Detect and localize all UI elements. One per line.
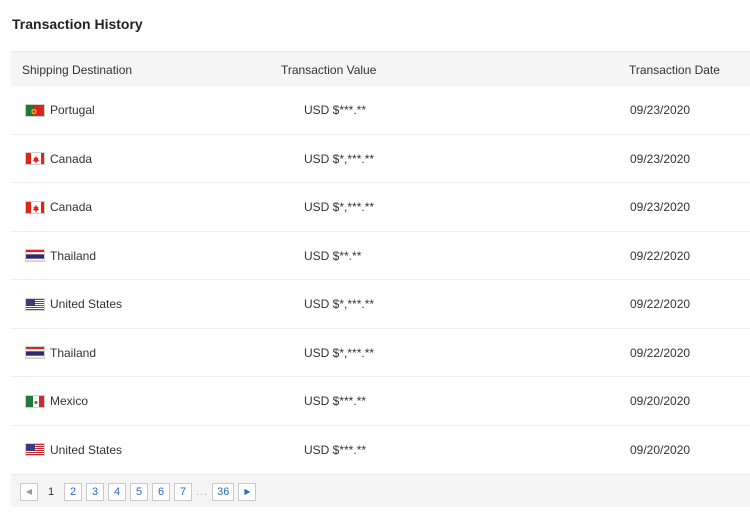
country-name: Thailand (50, 248, 97, 263)
transaction-date: 09/22/2020 (630, 345, 691, 360)
header-transaction-value: Transaction Value (281, 63, 377, 77)
country-name: Canada (50, 200, 93, 214)
transaction-date: 09/20/2020 (630, 442, 691, 457)
transaction-date: 09/20/2020 (630, 394, 691, 408)
page-button-6[interactable]: 6 (152, 483, 170, 501)
table-row: Canada USD $*,***.** 09/23/2020 (11, 135, 750, 183)
pagination-controls: ◀ 1 2 3 4 5 6 7... 36 ▶ (20, 483, 260, 501)
country-name: Mexico (50, 394, 89, 408)
country-name: United States (50, 297, 123, 311)
transaction-table: Shipping Destination Transaction Value T… (11, 51, 750, 474)
canada-flag-icon (25, 152, 45, 165)
table-row: United States USD $***.** 09/20/2020 (11, 426, 750, 475)
table-header: Shipping Destination Transaction Value T… (11, 51, 750, 86)
pagination: ◀ 1 2 3 4 5 6 7... 36 ▶ (11, 474, 750, 507)
thailand-flag-icon (25, 249, 45, 262)
table-body: Portugal USD $***.** 09/23/2020 Canada USD $… (11, 86, 750, 474)
shipping-destination-cell: United States (25, 297, 122, 311)
shipping-destination-cell: Mexico (25, 394, 88, 408)
shipping-destination-cell: Thailand (25, 346, 96, 360)
page-current: 1 (47, 486, 55, 498)
next-page-button[interactable]: ▶ (238, 483, 257, 501)
chevron-left-icon: ◀ (25, 487, 33, 496)
transaction-value: USD $***.** (304, 394, 367, 408)
pagination-ellipsis: ... (196, 486, 209, 498)
transaction-value: USD $***.** (304, 103, 367, 117)
shipping-destination-cell: Portugal (25, 103, 95, 117)
page-button-3[interactable]: 3 (86, 483, 104, 501)
transaction-value: USD $***.** (304, 442, 367, 457)
thailand-flag-icon (25, 346, 45, 359)
shipping-destination-cell: Canada (25, 152, 92, 166)
shipping-destination-cell: Thailand (25, 249, 96, 263)
transaction-value: USD $*,***.** (304, 345, 375, 360)
transaction-date: 09/23/2020 (630, 151, 691, 166)
page-title: Transaction History (12, 16, 143, 32)
usa-flag-icon (25, 297, 45, 311)
shipping-destination-cell: United States (25, 443, 122, 457)
transaction-date: 09/23/2020 (630, 103, 691, 117)
header-shipping-destination: Shipping Destination (22, 63, 133, 77)
page-button-last[interactable]: 36 (212, 483, 235, 501)
usa-flag-icon (25, 443, 45, 456)
table-row: Mexico USD $***.** 09/20/2020 (11, 377, 750, 426)
page-button-4[interactable]: 4 (108, 483, 126, 501)
canada-flag-icon (25, 200, 45, 214)
table-row: Thailand USD $*,***.** 09/22/2020 (11, 329, 750, 377)
portugal-flag-icon (25, 103, 45, 117)
transaction-value: USD $*,***.** (304, 151, 375, 166)
transaction-date: 09/22/2020 (630, 248, 691, 263)
transaction-date: 09/22/2020 (630, 297, 691, 311)
transaction-date: 09/23/2020 (630, 200, 691, 214)
chevron-right-icon: ▶ (244, 487, 251, 496)
country-name: Canada (50, 151, 93, 166)
country-name: Portugal (50, 103, 95, 117)
transaction-value: USD $*,***.** (304, 200, 375, 214)
page-button-5[interactable]: 5 (130, 483, 148, 501)
transaction-value: USD $**.** (304, 248, 362, 263)
table-row: Thailand USD $**.** 09/22/2020 (11, 232, 750, 280)
country-name: Thailand (50, 345, 97, 360)
country-name: United States (50, 442, 123, 457)
table-row: Portugal USD $***.** 09/23/2020 (11, 86, 750, 135)
table-row: Canada USD $*,***.** 09/23/2020 (11, 183, 750, 232)
page-button-2[interactable]: 2 (64, 483, 82, 501)
mexico-flag-icon (25, 394, 45, 408)
prev-page-button[interactable]: ◀ (20, 483, 38, 501)
shipping-destination-cell: Canada (25, 200, 92, 214)
header-transaction-date: Transaction Date (629, 63, 720, 77)
transaction-value: USD $*,***.** (304, 297, 375, 311)
table-row: United States USD $*,***.** 09/22/2020 (11, 280, 750, 329)
page-button-7[interactable]: 7 (174, 483, 192, 501)
